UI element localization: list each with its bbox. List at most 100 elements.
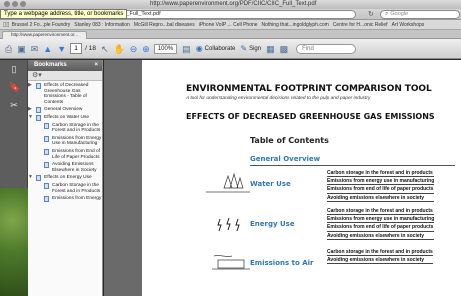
bookmarks-panel: Bookmarks × ⚙▾ ▶ Effects of Decreased Gre… [28, 60, 103, 296]
page-number-input[interactable]: 1 [70, 43, 83, 54]
document-subtitle: A tool for understanding environmental d… [186, 96, 371, 101]
bookmarks-options-bar: ⚙▾ [28, 71, 102, 81]
collapse-arrow-icon[interactable]: ▼ [28, 114, 33, 121]
toc-link-emissions-to-air[interactable]: Emissions to Air [250, 259, 313, 267]
bookmark-item[interactable]: ▶ Effects of Decreased Greenhouse Gas Emi… [28, 82, 102, 105]
toc-link-general-overview[interactable]: General Overview [250, 155, 320, 163]
print-icon[interactable]: ⎙ [5, 43, 12, 55]
search-input[interactable]: ⌕ Google [380, 10, 460, 19]
email-icon[interactable]: ✉ [31, 43, 39, 55]
toc-energy-use-items: Carbon storage in the forest and in prod… [327, 207, 435, 240]
collaborate-button[interactable]: ◉ Collaborate [196, 44, 236, 53]
find-input[interactable]: Find [296, 43, 357, 54]
bookmark-item[interactable]: ▶ General Overview [28, 107, 102, 114]
sign-button[interactable]: ✎ Sign [240, 44, 261, 53]
bookmarks-panel-title: Bookmarks [34, 62, 67, 68]
bookmark-item[interactable]: Carbon Storage in the Forest and in Prod… [28, 182, 102, 194]
bookmark-link[interactable]: Centre for H...onic Relief [333, 22, 388, 28]
toc-link-water-use[interactable]: Water Use [250, 180, 291, 188]
bookmark-link[interactable]: Stanley 083 : Information [74, 22, 130, 28]
minimize-window-button[interactable] [12, 1, 18, 7]
bookmarks-icon[interactable]: ▯▯ [3, 21, 10, 28]
zoom-in-icon[interactable]: ⊕ [142, 43, 150, 55]
bookmarks-list: ▶ Effects of Decreased Greenhouse Gas Emi… [28, 81, 102, 203]
save-icon[interactable]: ▣ [17, 43, 26, 55]
bookmarks-panel-header: Bookmarks × [28, 60, 102, 71]
bookmark-label: Carbon Storage in the Forest and in Prod… [52, 122, 101, 134]
bookmark-item[interactable]: Avoiding Emissions Elsewhere in Society [28, 162, 102, 173]
bookmark-item[interactable]: ▼ Effects on Water Use [28, 114, 102, 121]
bookmark-link[interactable]: Art Workshops [392, 22, 425, 28]
window-controls[interactable] [4, 1, 26, 7]
collaborate-icon: ◉ [195, 44, 203, 53]
previous-page-button[interactable]: ▲ [43, 43, 52, 55]
fit-page-icon[interactable]: ▤ [182, 43, 191, 55]
document-viewport[interactable]: ENVIRONMENTAL FOOTPRINT COMPARISON TOOL … [104, 60, 461, 296]
toc-item[interactable]: Emissions from end of life of paper prod… [327, 223, 435, 232]
tab-bar: http://www.paperenvironment.or... [0, 30, 461, 39]
bookmarks-bar: ▯▯ Brussel 2 Fo...ple Foundry Stanley 08… [0, 20, 461, 30]
bookmark-item[interactable]: ▼ Effects on Energy Use [28, 175, 102, 182]
bookmark-link[interactable]: McGill Repro...bal diseases [134, 22, 195, 28]
zoom-select[interactable]: 100% [153, 43, 178, 54]
document-title: ENVIRONMENTAL FOOTPRINT COMPARISON TOOL [186, 84, 432, 94]
toc-item[interactable]: Carbon storage in the forest and in prod… [327, 207, 435, 216]
bookmarks-tab-icon[interactable]: 🔖 [9, 82, 20, 92]
close-icon[interactable]: × [94, 60, 98, 71]
collaborate-label: Collaborate [204, 45, 236, 52]
toc-item[interactable]: Carbon storage in the forest and in prod… [327, 169, 435, 178]
page-total: / 18 [85, 45, 96, 52]
bookmark-label: Carbon Storage in the Forest and in Prod… [52, 182, 101, 194]
bookmark-page-icon [44, 148, 49, 155]
attachments-icon[interactable]: ✂ [9, 100, 19, 110]
toc-title: Table of Contents [250, 136, 329, 145]
bookmark-link[interactable]: Brussel 2 Fo...ple Foundry [12, 22, 71, 28]
next-page-button[interactable]: ▼ [57, 43, 66, 55]
bookmark-item[interactable]: Emissions from Energy Use in Manufacturi… [28, 135, 102, 147]
bookmark-item[interactable]: Carbon Storage in the Forest and in Prod… [28, 122, 102, 134]
bookmark-item[interactable]: Emissions from End of Life of Paper Prod… [28, 148, 102, 160]
window-title: http://www.paperenvironment.org/PDF/CIIC… [150, 1, 317, 7]
save-copy-icon[interactable]: ▦ [266, 43, 275, 55]
expand-arrow-icon[interactable]: ▶ [28, 82, 32, 89]
bookmark-page-icon [36, 83, 41, 89]
bookmark-link[interactable]: Nothing that...ingoldglyph.com [262, 22, 329, 28]
search-placeholder: Google [390, 11, 409, 17]
address-tooltip: Type a webpage address, title, or bookma… [0, 9, 128, 19]
options-icon[interactable]: ⚙▾ [32, 72, 42, 79]
bookmark-link[interactable]: iPhone VoIP ... Cell Phone [199, 22, 258, 28]
pen-icon: ✎ [240, 44, 248, 53]
toc-item[interactable]: Emissions from end of life of paper prod… [327, 185, 435, 194]
toc-item[interactable]: Emissions from energy use in manufacturi… [327, 177, 435, 186]
toc-item[interactable]: Emissions from energy use in manufacturi… [327, 215, 435, 224]
toc-item[interactable]: Carbon storage in the forest and in prod… [327, 248, 433, 257]
bookmark-page-icon [44, 122, 49, 129]
bookmark-item[interactable]: Emissions from Energy [28, 196, 102, 203]
reload-icon[interactable]: ↻ [368, 10, 374, 19]
zoom-out-icon[interactable]: ⊖ [130, 43, 138, 55]
print-small-icon[interactable]: ▩ [280, 43, 289, 55]
document-heading: EFFECTS OF DECREASED GREENHOUSE GAS EMIS… [186, 112, 435, 121]
bookmark-page-icon [44, 135, 49, 142]
toc-item[interactable]: Avoiding emissions elsewhere in society [327, 194, 435, 202]
toc-emissions-items: Carbon storage in the forest and in prod… [327, 248, 433, 265]
close-window-button[interactable] [4, 1, 10, 7]
lightning-illustration [216, 217, 244, 233]
collapse-arrow-icon[interactable]: ▼ [28, 175, 33, 181]
hand-tool-icon[interactable]: ✋ [114, 43, 125, 55]
search-icon: ⌕ [385, 11, 389, 17]
select-tool-icon[interactable]: ↖ [101, 43, 109, 55]
bookmark-page-icon [36, 114, 41, 121]
bookmark-page-icon [44, 182, 49, 189]
pdf-toolbar: ⎙ ▣ ✉ ▲ ▼ 1 / 18 ↖ ✋ ⊖ ⊕ 100% ▤ ◉ Collabo… [0, 39, 461, 59]
tab-pdf[interactable]: http://www.paperenvironment.or... [2, 31, 87, 39]
sign-label: Sign [249, 45, 262, 52]
toc-item[interactable]: Avoiding emissions elsewhere in society [327, 256, 433, 265]
zoom-window-button[interactable] [20, 1, 26, 7]
toc-link-energy-use[interactable]: Energy Use [250, 220, 295, 228]
toc-item[interactable]: Avoiding emissions elsewhere in society [327, 232, 435, 240]
pages-icon[interactable]: ▯ [9, 64, 19, 74]
bookmark-page-icon [36, 107, 41, 114]
trees-illustration [206, 172, 250, 196]
expand-arrow-icon[interactable]: ▶ [28, 107, 32, 113]
